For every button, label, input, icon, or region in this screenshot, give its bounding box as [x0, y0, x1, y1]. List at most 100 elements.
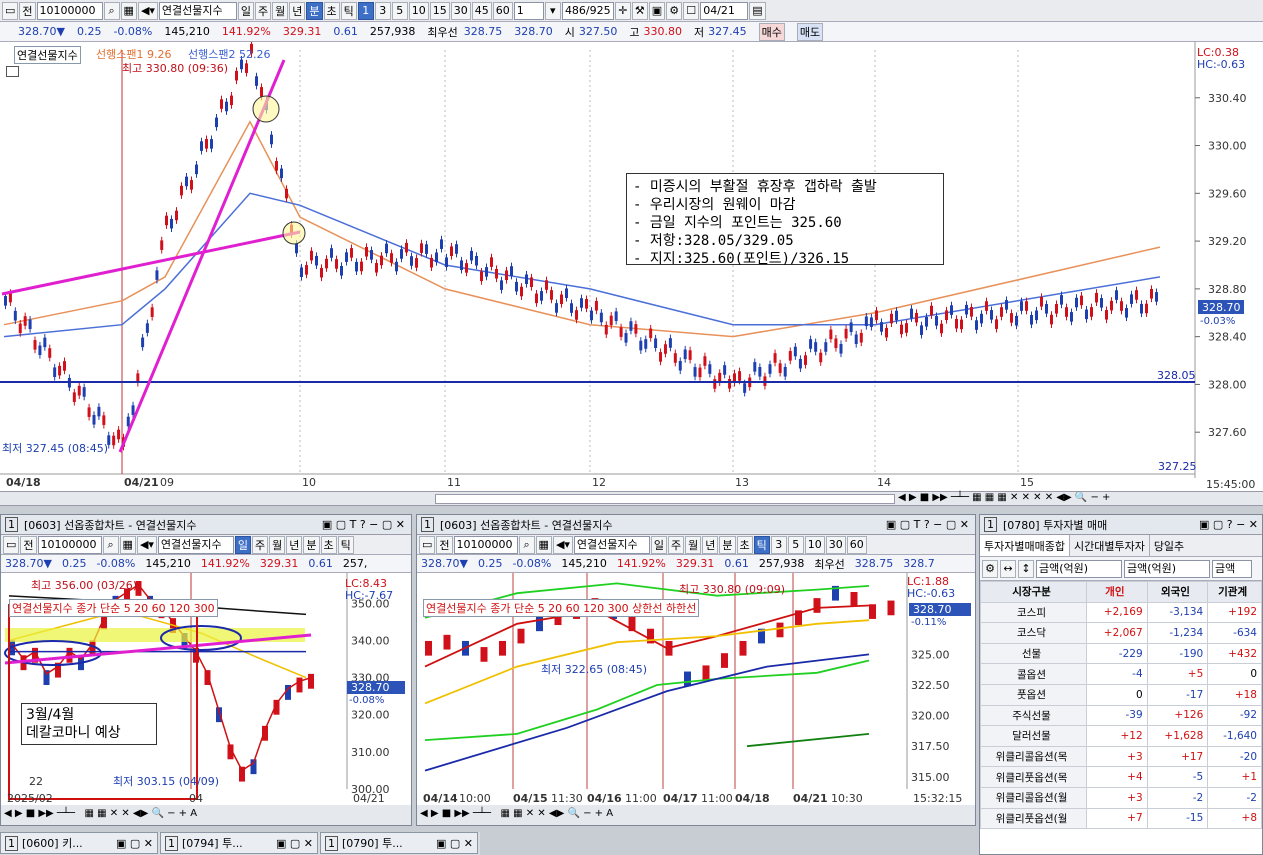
period-second[interactable]: 초 [736, 535, 753, 554]
interval-15[interactable]: 15 [429, 1, 450, 20]
crosshair-icon[interactable]: ✛ [614, 1, 631, 20]
count-field[interactable]: 486/925 [561, 1, 614, 20]
window-icon[interactable]: ▭ [2, 1, 19, 20]
calc-icon[interactable]: ▦ [120, 1, 137, 20]
panel2-legend[interactable]: 연결선물지수 종가 단순 5 20 60 120 300 상한선 하한선 [423, 599, 700, 617]
period-week[interactable]: 주 [668, 535, 685, 554]
main-chart[interactable]: 330.40 330.00 329.60 329.20 328.80 328.40 328.… [0, 40, 1263, 492]
chart-scrollbar[interactable]: ◀ ▶ ■ ▶▶ ─┴─ ▦ ▦ ▦ ✕ ✕ ✕ ✕ ◀▶ 🔍 − + [0, 492, 1263, 506]
table-row[interactable]: 위클리콜옵션(목 +3 +17 -20 [979, 745, 1262, 768]
interval-5[interactable]: 5 [787, 535, 804, 554]
panel1-symbol[interactable]: 연결선물지수 [157, 535, 234, 554]
window-icon[interactable]: ▭ [419, 535, 436, 554]
filter-select-1[interactable]: 금액(억원) [1036, 559, 1122, 578]
period-second[interactable]: 초 [320, 535, 337, 554]
interval-30[interactable]: 30 [825, 535, 846, 554]
tab-timeslot[interactable]: 시간대별투자자 [1070, 535, 1150, 556]
period-day[interactable]: 일 [237, 1, 255, 20]
chevron-down-icon[interactable]: ▾ [544, 1, 561, 20]
speaker-icon[interactable]: ◀▾ [137, 1, 158, 20]
task-controls[interactable]: ▣ ▢ ✕ [436, 837, 473, 850]
period-month[interactable]: 월 [685, 535, 702, 554]
save-icon[interactable]: ▣ [648, 1, 666, 20]
interval-60[interactable]: 60 [492, 1, 513, 20]
interval-3[interactable]: 3 [770, 535, 787, 554]
expand-icon[interactable]: ↔ [1000, 559, 1016, 578]
filter-select-3[interactable]: 금액 [1212, 559, 1252, 578]
panel3-window-controls[interactable]: ▣ ▢ ? − ✕ [1199, 518, 1258, 531]
search-icon[interactable]: ⌕ [103, 1, 120, 20]
gear-icon[interactable]: ⚙ [666, 1, 683, 20]
panel2-window-controls[interactable]: ▣ ▢ T ? − ▢ ✕ [886, 518, 969, 531]
prefix-label[interactable]: 전 [20, 535, 37, 554]
interval-30[interactable]: 30 [450, 1, 471, 20]
gear-icon[interactable]: ⚙ [982, 559, 998, 578]
interval-3[interactable]: 3 [374, 1, 391, 20]
period-year[interactable]: 년 [702, 535, 719, 554]
panel1-legend[interactable]: 연결선물지수 종가 단순 5 20 60 120 300 [9, 599, 218, 617]
sell-button[interactable]: 매도 [796, 22, 824, 41]
period-minute[interactable]: 분 [306, 1, 323, 20]
interval-45[interactable]: 45 [471, 1, 492, 20]
table-row[interactable]: 콜옵션 -4 +5 0 [979, 663, 1262, 685]
buy-button[interactable]: 매수 [758, 22, 785, 41]
speaker-icon[interactable]: ◀▾ [552, 535, 573, 554]
table-row[interactable]: 달러선물 +12 +1,628 -1,640 [979, 725, 1262, 747]
panel2-controls[interactable]: ◀ ▶ ■ ▶▶ ─┴─ ▦ ▦ ✕ ✕ ◀▶ 🔍 − + A [417, 805, 975, 825]
sort-icon[interactable]: ↕ [1018, 559, 1034, 578]
task-0790[interactable]: 1 [0790] 투... ▣ ▢ ✕ [320, 832, 478, 854]
scroll-thumb[interactable] [435, 494, 895, 504]
checkbox[interactable]: ☐ [683, 1, 700, 20]
tools-icon[interactable]: ⚒ [631, 1, 648, 20]
table-row[interactable]: 위클리풋옵션(목 +4 -5 +1 [979, 766, 1262, 788]
symbol-name[interactable]: 연결선물지수 [158, 1, 237, 20]
table-row[interactable]: 코스닥 +2,067 -1,234 -634 [979, 622, 1262, 644]
task-controls[interactable]: ▣ ▢ ✕ [116, 837, 153, 850]
interval-5[interactable]: 5 [391, 1, 408, 20]
period-second[interactable]: 초 [323, 1, 340, 20]
panel2-symbol[interactable]: 연결선물지수 [573, 535, 650, 554]
main-legend[interactable]: 연결선물지수 [14, 46, 81, 64]
task-0600[interactable]: 1 [0600] 키... ▣ ▢ ✕ [0, 832, 158, 854]
period-minute[interactable]: 분 [719, 535, 736, 554]
period-tick[interactable]: 틱 [337, 535, 354, 554]
prefix-label[interactable]: 전 [436, 535, 453, 554]
date-field[interactable]: 04/21 [700, 1, 749, 20]
panel2-code-input[interactable]: 10100000 [453, 535, 518, 554]
period-minute[interactable]: 분 [303, 535, 320, 554]
calc-icon[interactable]: ▦ [119, 535, 136, 554]
period-week[interactable]: 주 [255, 1, 272, 20]
period-tick[interactable]: 틱 [753, 535, 770, 554]
prefix-label[interactable]: 전 [19, 1, 36, 20]
tab-summary[interactable]: 투자자별매매종합 [980, 535, 1070, 556]
interval-1[interactable]: 1 [357, 1, 374, 20]
period-week[interactable]: 주 [252, 535, 269, 554]
grid-toggle-icon[interactable] [6, 66, 19, 77]
calendar-icon[interactable]: ▤ [749, 1, 766, 20]
interval-60[interactable]: 60 [846, 535, 867, 554]
task-controls[interactable]: ▣ ▢ ✕ [276, 837, 313, 850]
interval-10[interactable]: 10 [804, 535, 825, 554]
playback-controls[interactable]: ◀ ▶ ■ ▶▶ ─┴─ ▦ ▦ ▦ ✕ ✕ ✕ ✕ ◀▶ 🔍 − + [898, 492, 1110, 503]
search-icon[interactable]: ⌕ [518, 535, 535, 554]
table-row[interactable]: 코스피 +2,169 -3,134 +192 [979, 601, 1262, 624]
table-row[interactable]: 선물 -229 -190 +432 [979, 642, 1262, 665]
panel1-code-input[interactable]: 10100000 [37, 535, 102, 554]
table-row[interactable]: 주식선물 -39 +126 -92 [979, 704, 1262, 727]
period-year[interactable]: 년 [286, 535, 303, 554]
calc-icon[interactable]: ▦ [535, 535, 552, 554]
period-month[interactable]: 월 [269, 535, 286, 554]
interval-10[interactable]: 10 [408, 1, 429, 20]
window-icon[interactable]: ▭ [3, 535, 20, 554]
table-row[interactable]: 풋옵션 0 -17 +18 [979, 683, 1262, 706]
task-0794[interactable]: 1 [0794] 투... ▣ ▢ ✕ [160, 832, 318, 854]
panel1-controls[interactable]: ◀ ▶ ■ ▶▶ ─┴─ ▦ ▦ ✕ ✕ ◀▶ 🔍 − + A [1, 805, 411, 825]
table-row[interactable]: 위클리풋옵션(월 +7 -15 +8 [979, 807, 1262, 830]
period-year[interactable]: 년 [289, 1, 306, 20]
speaker-icon[interactable]: ◀▾ [136, 535, 157, 554]
tab-today[interactable]: 당일추 [1150, 535, 1188, 556]
period-day[interactable]: 일 [650, 535, 668, 554]
table-row[interactable]: 위클리콜옵션(월 +3 -2 -2 [979, 786, 1262, 809]
search-icon[interactable]: ⌕ [102, 535, 119, 554]
period-month[interactable]: 월 [272, 1, 289, 20]
